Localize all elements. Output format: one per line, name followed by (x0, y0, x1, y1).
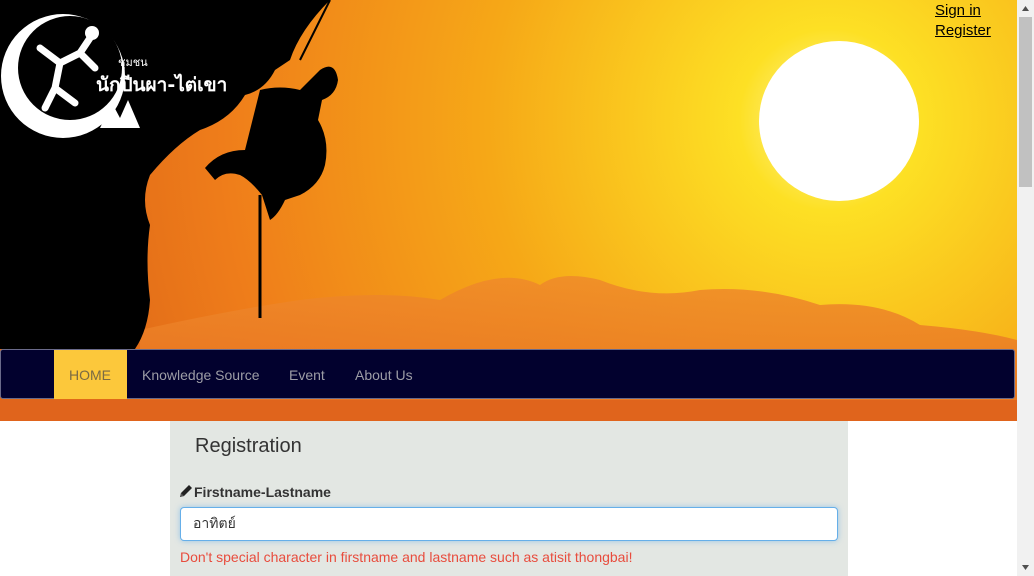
main-navbar: HOME Knowledge Source Event About Us (0, 349, 1015, 399)
scrollbar-thumb[interactable] (1019, 17, 1032, 187)
scroll-down-arrow-icon[interactable] (1017, 559, 1034, 576)
logo-subtitle: ชุมชน (118, 56, 148, 69)
firstname-label: Firstname-Lastname (194, 484, 331, 500)
sign-in-link[interactable]: Sign in (935, 2, 981, 19)
pencil-icon (180, 485, 192, 497)
vertical-scrollbar[interactable] (1017, 0, 1034, 576)
firstname-input[interactable] (180, 507, 838, 541)
nav-event[interactable]: Event (274, 350, 340, 399)
registration-panel: Registration Firstname-Lastname Don't sp… (170, 421, 848, 576)
registration-title: Registration (195, 435, 302, 457)
nav-home[interactable]: HOME (54, 350, 127, 399)
community-logo[interactable]: ชุมชน นักปีนผา-ไต่เขา (0, 8, 230, 148)
logo-title: นักปีนผา-ไต่เขา (96, 74, 228, 96)
scroll-up-arrow-icon[interactable] (1017, 0, 1034, 17)
nav-about-us[interactable]: About Us (340, 350, 428, 399)
firstname-error-message: Don't special character in firstname and… (180, 549, 633, 565)
nav-knowledge-source[interactable]: Knowledge Source (127, 350, 275, 399)
register-link[interactable]: Register (935, 22, 991, 39)
hero-banner: ชุมชน นักปีนผา-ไต่เขา Sign in Register H… (0, 0, 1017, 421)
